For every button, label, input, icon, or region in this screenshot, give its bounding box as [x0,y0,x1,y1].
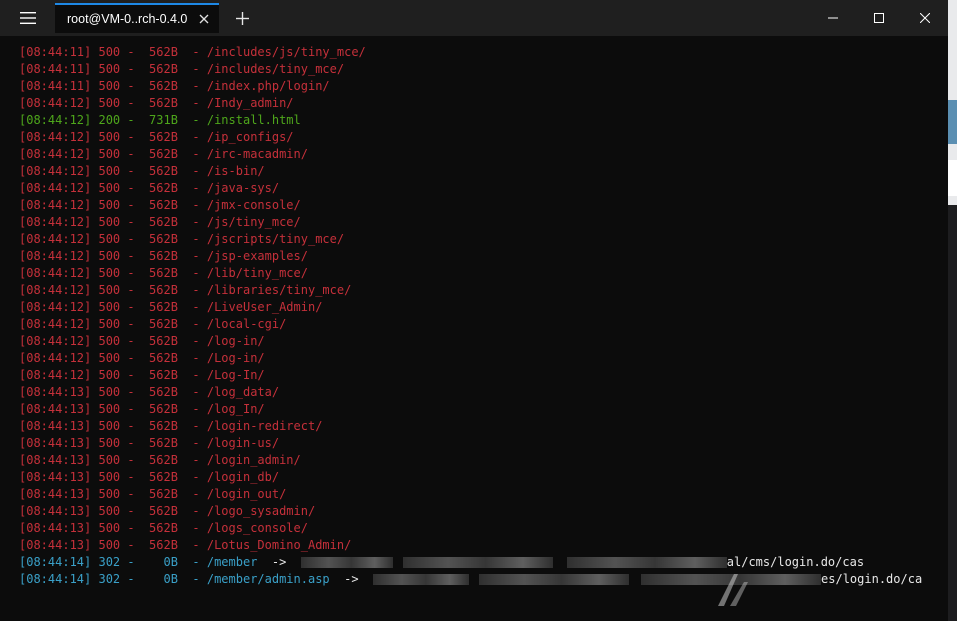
redirect-line: [08:44:14] 302 - 0B - /member/admin.asp … [19,571,948,588]
tab-title: root@VM-0..rch-0.4.0 [67,12,188,26]
redacted-url [402,557,553,568]
log-line: [08:44:12] 500 - 562B - /libraries/tiny_… [19,283,352,297]
redirect-arrow: -> [257,555,301,569]
terminal-window: root@VM-0..rch-0.4.0 [08:44:11] 500 - 56… [0,0,957,621]
redirect-prefix: [08:44:14] 302 - 0B - /member/admin.asp [19,572,330,586]
plus-icon[interactable] [219,0,265,36]
log-line: [08:44:12] 500 - 562B - /jsp-examples/ [19,249,308,263]
background-window-strip [948,100,957,144]
title-bar: root@VM-0..rch-0.4.0 [0,0,948,36]
log-line: [08:44:12] 500 - 562B - /is-bin/ [19,164,265,178]
log-line: [08:44:12] 500 - 562B - /jmx-console/ [19,198,301,212]
log-line: [08:44:11] 500 - 562B - /includes/tiny_m… [19,62,345,76]
log-line: [08:44:12] 500 - 562B - /jscripts/tiny_m… [19,232,345,246]
log-line: [08:44:12] 500 - 562B - /local-cgi/ [19,317,287,331]
redirect-line: [08:44:14] 302 - 0B - /member -> al/cms/… [19,554,948,571]
close-icon[interactable] [902,0,948,36]
hamburger-menu-icon[interactable] [0,0,55,36]
log-line: [08:44:12] 500 - 562B - /java-sys/ [19,181,280,195]
log-line: [08:44:12] 500 - 562B - /ip_configs/ [19,130,294,144]
log-line: [08:44:12] 500 - 562B - /irc-macadmin/ [19,147,308,161]
terminal-output[interactable]: [08:44:11] 500 - 562B - /includes/js/tin… [0,36,948,621]
close-icon[interactable] [195,10,213,28]
background-window-strip [948,160,957,196]
log-line: [08:44:12] 500 - 562B - /Log-in/ [19,351,265,365]
redacted-url [641,574,822,585]
log-lines: [08:44:11] 500 - 562B - /includes/js/tin… [19,44,948,554]
log-line: [08:44:13] 500 - 562B - /logs_console/ [19,521,308,535]
background-window-edge [948,0,957,621]
log-line: [08:44:12] 500 - 562B - /lib/tiny_mce/ [19,266,308,280]
title-drag-area[interactable] [265,0,810,36]
redirect-target: al/cms/login.do/cas [726,555,865,569]
log-line: [08:44:12] 500 - 562B - /js/tiny_mce/ [19,215,301,229]
redirect-prefix: [08:44:14] 302 - 0B - /member [19,555,258,569]
log-line: [08:44:12] 200 - 731B - /install.html [19,113,301,127]
log-line: [08:44:13] 500 - 562B - /login-redirect/ [19,419,323,433]
log-line: [08:44:13] 500 - 562B - /login-us/ [19,436,280,450]
redirect-target: es/login.do/ca [821,572,923,586]
log-line: [08:44:12] 500 - 562B - /LiveUser_Admin/ [19,300,323,314]
redacted-url [566,557,727,568]
redacted-url [300,557,393,568]
log-line: [08:44:13] 500 - 562B - /login_admin/ [19,453,301,467]
log-line: [08:44:13] 500 - 562B - /logo_sysadmin/ [19,504,316,518]
redacted-url [373,574,470,585]
maximize-icon[interactable] [856,0,902,36]
log-line: [08:44:12] 500 - 562B - /log-in/ [19,334,265,348]
minimize-icon[interactable] [810,0,856,36]
tab-active[interactable]: root@VM-0..rch-0.4.0 [55,3,219,33]
log-line: [08:44:12] 500 - 562B - /Indy_admin/ [19,96,294,110]
log-line: [08:44:12] 500 - 562B - /Log-In/ [19,368,265,382]
log-line: [08:44:13] 500 - 562B - /login_db/ [19,470,280,484]
log-line: [08:44:11] 500 - 562B - /index.php/login… [19,79,330,93]
log-line: [08:44:13] 500 - 562B - /Lotus_Domino_Ad… [19,538,352,552]
log-line: [08:44:13] 500 - 562B - /log_data/ [19,385,280,399]
log-line: [08:44:13] 500 - 562B - /log_In/ [19,402,265,416]
log-line: [08:44:13] 500 - 562B - /login_out/ [19,487,287,501]
background-window-strip [948,205,957,621]
log-line: [08:44:11] 500 - 562B - /includes/js/tin… [19,45,366,59]
redirect-arrow: -> [329,572,374,586]
redacted-url [479,574,630,585]
